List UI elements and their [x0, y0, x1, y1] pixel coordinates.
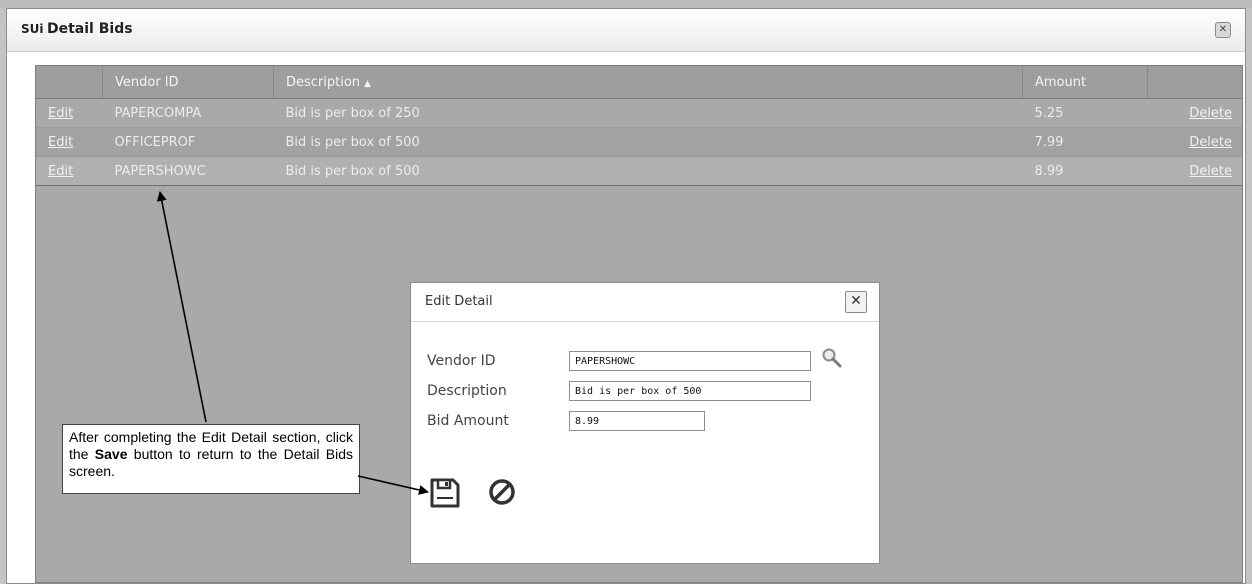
table-row: Edit PAPERCOMPA Bid is per box of 250 5.… [36, 98, 1242, 128]
background-strip [0, 0, 1252, 8]
amount-cell: 8.99 [1022, 156, 1148, 186]
vendor-id-cell: PAPERCOMPA [102, 98, 274, 128]
window-title: Detail Bids [47, 21, 133, 37]
save-icon[interactable] [429, 477, 461, 513]
bid-amount-input[interactable] [569, 411, 705, 431]
delete-link[interactable]: Delete [1189, 135, 1232, 150]
delete-link[interactable]: Delete [1189, 164, 1232, 179]
amount-cell: 5.25 [1022, 98, 1148, 128]
dialog-titlebar: Edit Detail ✕ [411, 283, 879, 322]
app-logo: SUi [21, 22, 44, 36]
vendor-id-label: Vendor ID [427, 353, 496, 369]
window-close-icon[interactable]: ✕ [1215, 22, 1231, 38]
magnifier-icon[interactable] [821, 347, 843, 373]
bid-amount-label: Bid Amount [427, 413, 509, 429]
delete-link[interactable]: Delete [1189, 106, 1232, 121]
description-input[interactable] [569, 381, 811, 401]
dialog-title: Edit Detail [425, 294, 493, 309]
description-cell: Bid is per box of 500 [273, 156, 1023, 186]
table-header-row: Vendor ID Description ▲ Amount [36, 66, 1242, 99]
window-titlebar: SUi Detail Bids ✕ [7, 9, 1245, 52]
description-label: Description [427, 383, 507, 399]
header-edit-col [36, 66, 103, 99]
sort-ascending-icon: ▲ [364, 78, 371, 89]
amount-cell: 7.99 [1022, 127, 1148, 157]
instruction-callout: After completing the Edit Detail section… [62, 424, 360, 494]
description-cell: Bid is per box of 500 [273, 127, 1023, 157]
table-row: Edit OFFICEPROF Bid is per box of 500 7.… [36, 127, 1242, 157]
edit-link[interactable]: Edit [48, 135, 73, 150]
description-cell: Bid is per box of 250 [273, 98, 1023, 128]
bids-table: Vendor ID Description ▲ Amount Edit PAPER… [36, 66, 1242, 186]
header-description[interactable]: Description ▲ [273, 66, 1023, 99]
header-amount[interactable]: Amount [1022, 66, 1148, 99]
dialog-close-icon[interactable]: ✕ [845, 291, 867, 313]
vendor-id-cell: OFFICEPROF [102, 127, 274, 157]
edit-link[interactable]: Edit [48, 164, 73, 179]
header-vendor-id[interactable]: Vendor ID [102, 66, 274, 99]
vendor-id-cell: PAPERSHOWC [102, 156, 274, 186]
vendor-id-input[interactable] [569, 351, 811, 371]
header-delete-col [1147, 66, 1242, 99]
table-row-selected: Edit PAPERSHOWC Bid is per box of 500 8.… [36, 156, 1242, 186]
edit-detail-dialog: Edit Detail ✕ Vendor ID Description Bid … [410, 282, 880, 564]
cancel-icon[interactable] [487, 477, 517, 511]
edit-link[interactable]: Edit [48, 106, 73, 121]
background-right-edge [1246, 8, 1252, 584]
